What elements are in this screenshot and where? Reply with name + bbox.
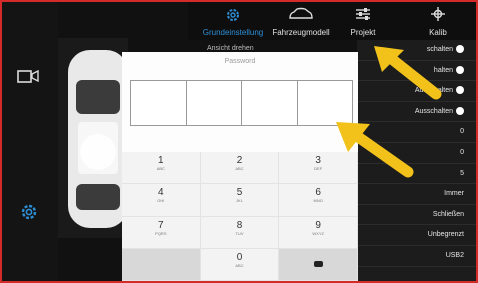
setting-value: Immer [444,190,464,198]
toggle-knob[interactable] [456,45,464,54]
car-view [58,38,128,238]
key-letters: MNO [313,198,323,204]
key-letters: PQRS [155,230,167,236]
key-digit: 7 [158,219,164,231]
key-digit: 8 [236,219,243,231]
tab-label: Projekt [350,28,376,37]
left-sidebar [2,2,58,281]
tab-fahrzeugmodell[interactable]: Fahrzeugmodell [268,2,334,40]
annotation-arrow-projekt [374,46,442,100]
backspace-icon [314,261,324,268]
key-blank [122,248,201,281]
top-tab-bar: Grundeinstellung Fahrzeugmodell Projekt [188,2,476,40]
password-digit-box[interactable] [185,80,242,126]
key-digit: 9 [315,219,321,231]
key-digit: 6 [315,187,321,199]
key-digit: 5 [236,187,243,199]
toggle-knob[interactable] [456,86,464,95]
key-letters: ABC [235,166,244,171]
key-letters: TUV [235,230,244,236]
key-4[interactable]: 4 GHI [122,184,201,217]
password-digit-box[interactable] [130,80,187,126]
numeric-keypad: 1 ABC 2 ABC 3 DEF 4 GHI 5 JKL 6 MNO 7 PQRS 8 TUV… [122,152,358,281]
settings-row[interactable]: USB2 [357,246,476,267]
screen-frame: Grundeinstellung Fahrzeugmodell Projekt [0,0,478,283]
password-digit-box[interactable] [241,80,298,126]
tab-label: Grundeinstellung [202,28,264,37]
key-letters: JKL [236,198,243,204]
key-9[interactable]: 9 WXYZ [279,216,358,249]
key-digit: 1 [158,155,164,166]
setting-value: 0 [460,128,464,136]
setting-value: Unbegrenzt [427,231,464,239]
tab-grundeinstellung[interactable]: Grundeinstellung [196,2,270,40]
key-letters: GHI [157,198,165,204]
key-letters: ABC [156,166,165,171]
sliders-icon [356,8,370,20]
key-6[interactable]: 6 MNO [279,184,358,217]
settings-row[interactable]: Immer [357,184,476,205]
delete-key[interactable] [279,248,358,281]
tab-label: Fahrzeugmodell [272,28,330,37]
key-digit: 4 [158,187,164,199]
camera-switch-icon[interactable] [17,68,39,84]
key-8[interactable]: 8 TUV [200,216,280,249]
gear-icon [227,9,239,21]
settings-row[interactable]: Unbegrenzt [357,225,476,246]
key-2[interactable]: 2 ABC [200,152,280,185]
crosshair-icon [431,7,445,21]
setting-value: Ausschalten [414,107,453,115]
toggle-knob[interactable] [456,65,464,74]
key-1[interactable]: 1 ABC [122,152,201,185]
key-digit: 0 [236,251,243,263]
key-7[interactable]: 7 PQRS [122,216,201,249]
key-5[interactable]: 5 JKL [200,184,280,217]
tab-label: Kalib [429,28,447,37]
key-digit: 2 [236,155,243,166]
key-letters: WXYZ [312,230,324,236]
toggle-knob[interactable] [456,106,464,115]
tab-projekt[interactable]: Projekt [340,2,386,40]
password-boxes [130,80,353,126]
setting-value: USB2 [445,251,464,259]
annotation-arrow-password [336,122,414,178]
setting-value: 0 [460,148,464,156]
setting-value: 5 [460,169,464,177]
setting-label-ansicht: Ansicht drehen [207,45,254,52]
key-0[interactable]: 0 ABC [200,248,280,281]
setting-value: Schließen [432,210,464,218]
password-dialog: Password 1 ABC 2 ABC 3 DEF 4 GHI 5 JKL 6 MNO 7… [122,52,358,281]
dialog-title: Password [224,58,256,65]
settings-row[interactable]: Schließen [357,205,476,226]
tab-kalib[interactable]: Kalib [418,2,458,40]
key-letters: ABC [235,262,244,268]
settings-gear-icon[interactable] [19,202,39,222]
car-outline-icon [289,7,313,19]
